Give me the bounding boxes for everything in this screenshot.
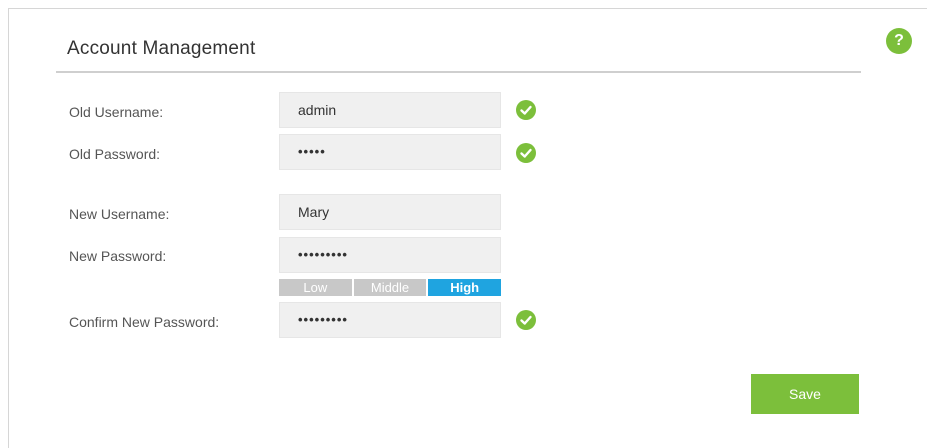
- new-username-field[interactable]: Mary: [279, 194, 501, 230]
- save-button[interactable]: Save: [751, 374, 859, 414]
- old-password-field[interactable]: •••••: [279, 134, 501, 170]
- confirm-password-check-icon: [516, 310, 536, 330]
- new-password-field[interactable]: •••••••••: [279, 237, 501, 273]
- old-username-field[interactable]: admin: [279, 92, 501, 128]
- strength-high: High: [428, 279, 502, 296]
- confirm-password-label: Confirm New Password:: [69, 314, 220, 330]
- page-title: Account Management: [67, 38, 256, 59]
- strength-middle: Middle: [353, 279, 427, 296]
- help-icon[interactable]: ?: [886, 28, 912, 54]
- password-strength-meter: Low Middle High: [279, 279, 502, 296]
- old-username-label: Old Username:: [69, 104, 164, 120]
- old-username-check-icon: [516, 100, 536, 120]
- confirm-password-field[interactable]: •••••••••: [279, 302, 501, 338]
- old-password-check-icon: [516, 143, 536, 163]
- strength-low: Low: [279, 279, 352, 296]
- new-username-label: New Username:: [69, 206, 170, 222]
- old-password-label: Old Password:: [69, 146, 161, 162]
- title-divider: [56, 71, 861, 73]
- new-password-label: New Password:: [69, 248, 167, 264]
